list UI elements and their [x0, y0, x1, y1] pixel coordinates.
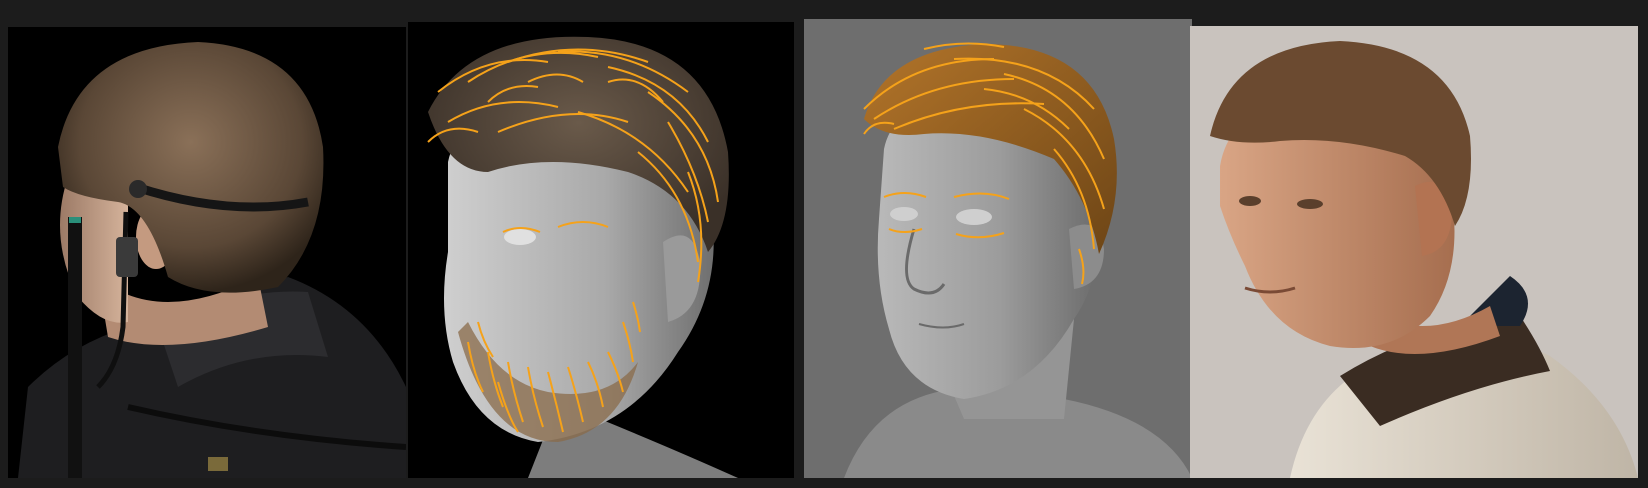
mic-boom	[68, 217, 82, 478]
clip	[208, 457, 228, 471]
portrait-illustration	[1210, 41, 1638, 478]
headset-joint	[129, 180, 147, 198]
cg-head-illustration	[427, 36, 738, 478]
panel-clay-model-hair	[804, 19, 1192, 478]
headset-earpiece	[116, 237, 138, 277]
panel-photo-portrait	[1190, 26, 1638, 478]
eye	[504, 229, 536, 245]
panel-photo-back-head	[8, 27, 406, 478]
mic-tip	[69, 217, 81, 223]
eye-right	[956, 209, 992, 225]
eye-left	[890, 207, 918, 221]
panel-cg-render-hair	[408, 22, 794, 478]
eye-right	[1297, 199, 1323, 209]
eye-left	[1239, 196, 1261, 206]
clay-head-illustration	[844, 42, 1192, 478]
back-head-illustration	[18, 42, 406, 478]
